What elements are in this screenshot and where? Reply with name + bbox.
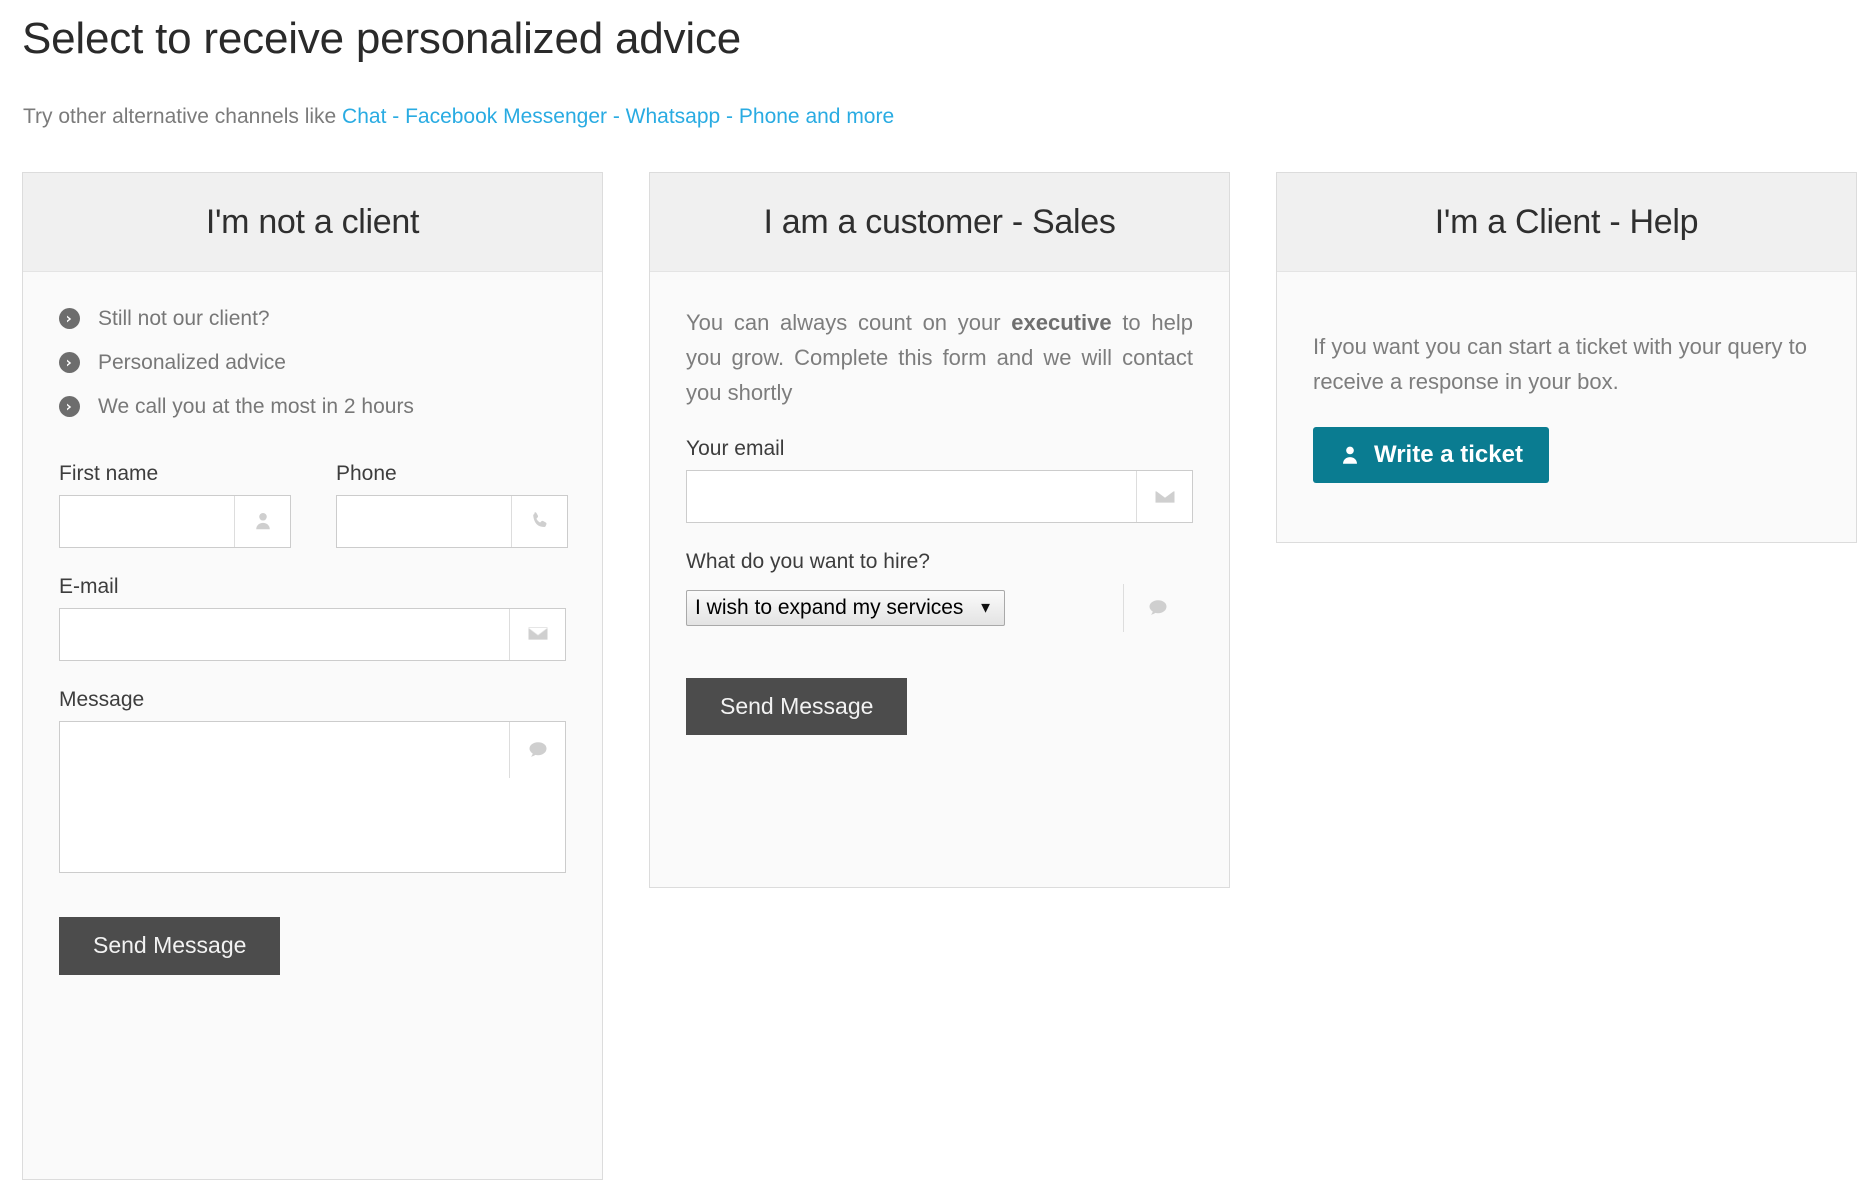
benefit-label: We call you at the most in 2 hours [98,395,414,419]
card-customer-sales: I am a customer - Sales You can always c… [649,172,1230,888]
user-icon [1339,444,1361,466]
sales-email-label: Your email [686,437,785,461]
phone-icon [511,495,567,547]
benefit-label: Personalized advice [98,351,286,375]
alternative-channels-line: Try other alternative channels like Chat… [23,103,894,130]
phone-group: Phone [336,439,568,548]
email-label: E-mail [59,574,119,598]
arrow-circle-right-icon [59,308,80,330]
list-item: Still not our client? [59,306,566,331]
card-customer-sales-title: I am a customer - Sales [763,202,1116,241]
sales-intro-before: You can always count on your [686,310,1012,335]
sales-submit-wrap: Send Message [686,677,1193,736]
card-not-a-client: I'm not a client Still not our client? P… [22,172,603,1180]
list-item: Personalized advice [59,350,566,375]
send-message-button-sales[interactable]: Send Message [686,677,908,736]
write-a-ticket-button[interactable]: Write a ticket [1313,426,1549,484]
user-icon [234,495,290,547]
email-input-group[interactable] [59,607,566,661]
first-name-input[interactable] [60,495,234,547]
hire-select-row: I wish to expand my services ▼ [686,583,1193,632]
card-customer-sales-header: I am a customer - Sales [650,173,1229,272]
message-textarea-group[interactable] [59,721,566,874]
hire-label: What do you want to hire? [686,550,930,574]
sales-email-input-group[interactable] [686,470,1193,524]
sales-email-input[interactable] [687,471,1136,523]
benefit-label: Still not our client? [98,307,270,330]
arrow-circle-right-icon [59,396,80,418]
message-textarea[interactable] [60,722,565,873]
send-message-button-not-client[interactable]: Send Message [59,917,281,975]
write-a-ticket-label: Write a ticket [1374,440,1523,468]
alternative-channels-link[interactable]: Chat - Facebook Messenger - Whatsapp - P… [342,105,894,128]
hire-select[interactable]: I wish to expand my services [686,589,1005,626]
card-not-a-client-title: I'm not a client [205,202,420,241]
card-customer-sales-body: You can always count on your executive t… [650,272,1229,736]
card-client-help: I'm a Client - Help If you want you can … [1276,172,1857,543]
help-text: If you want you can start a ticket with … [1313,334,1808,394]
card-client-help-header: I'm a Client - Help [1277,173,1856,272]
list-item: We call you at the most in 2 hours [59,394,566,419]
alternative-channels-prefix: Try other alternative channels like [23,105,343,128]
sales-intro-text: You can always count on your executive t… [686,306,1193,410]
comment-icon [509,722,565,779]
not-client-submit-wrap: Send Message [59,917,566,975]
envelope-icon [509,608,565,660]
benefits-list: Still not our client? Personalized advic… [59,306,566,420]
phone-input-group[interactable] [336,494,568,548]
message-label: Message [59,687,145,711]
hire-select-wrap: I wish to expand my services ▼ [686,589,1005,626]
envelope-icon [1136,471,1192,523]
first-name-group: First name [59,439,291,548]
comment-icon [1146,596,1170,620]
card-client-help-title: I'm a Client - Help [1434,202,1699,241]
name-phone-row: First name Phone [59,439,568,548]
card-not-a-client-body: Still not our client? Personalized advic… [23,272,602,975]
sales-intro-bold: executive [1011,310,1112,335]
card-client-help-body: If you want you can start a ticket with … [1277,272,1856,484]
hire-comment-addon [1123,583,1170,632]
arrow-circle-right-icon [59,352,80,374]
first-name-label: First name [59,461,159,485]
phone-label: Phone [336,461,397,485]
first-name-input-group[interactable] [59,494,291,548]
phone-input[interactable] [337,495,511,547]
email-input[interactable] [60,608,509,660]
contact-page: Select to receive personalized advice Tr… [0,0,1872,1197]
page-title: Select to receive personalized advice [22,14,742,63]
card-not-a-client-header: I'm not a client [23,173,602,272]
